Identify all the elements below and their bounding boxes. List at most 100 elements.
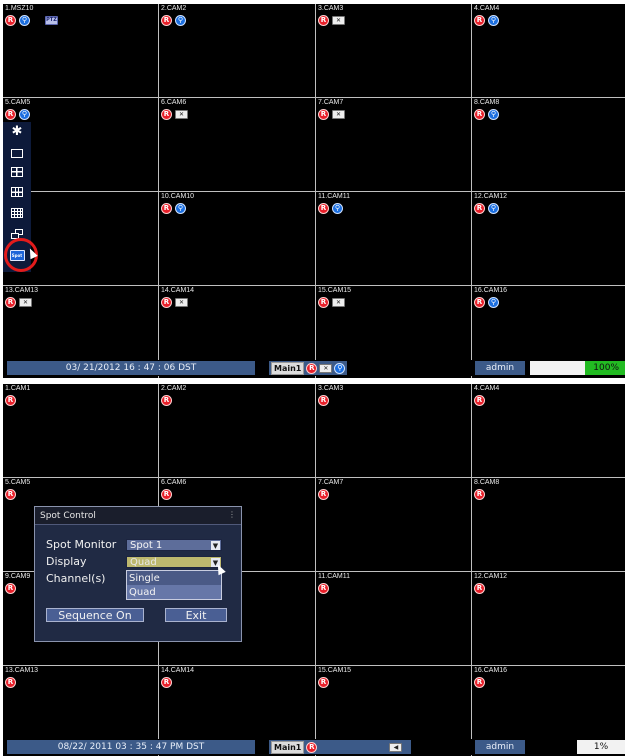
camera-cell[interactable]: 11.CAM11 R ⚲	[316, 192, 472, 286]
motion-icon: ⚲	[175, 202, 186, 214]
camera-cell[interactable]: 7.CAM7 R ✕	[316, 98, 472, 192]
camera-status-icons: R	[318, 582, 329, 594]
camera-status-icons: R	[161, 676, 172, 688]
settings-icon[interactable]: ✱	[8, 124, 26, 139]
rec-icon: R	[474, 296, 485, 308]
dropdown-option-quad[interactable]: Quad	[127, 585, 221, 599]
sixteen-view-icon[interactable]	[8, 206, 26, 220]
camera-cell[interactable]: 1.MSZ10 R ⚲ PTZ	[3, 4, 159, 98]
camera-cell[interactable]: 12.CAM12 R ⚲	[472, 192, 625, 286]
camera-label: 1.CAM1	[5, 385, 31, 392]
rec-icon: R	[474, 582, 485, 594]
display-select[interactable]: Quad ▼	[126, 556, 222, 568]
camera-status-icons: R ✕	[161, 296, 188, 308]
rec-icon: R	[318, 394, 329, 406]
top-dvr-screen: 1.MSZ10 R ⚲ PTZ 2.CAM2 R ⚲ 3.CAM3 R ✕ 4.CAM4 R ⚲ 5.CA…	[3, 4, 625, 378]
single-view-icon[interactable]	[8, 146, 26, 160]
camera-label: 12.CAM12	[474, 573, 508, 580]
camera-status-icons: R ⚲	[474, 14, 499, 26]
rec-icon: R	[318, 676, 329, 688]
camera-cell[interactable]: 2.CAM2 R ⚲	[159, 4, 316, 98]
camera-label: 3.CAM3	[318, 385, 344, 392]
display-dropdown: Single Quad	[126, 570, 222, 600]
rec-icon: R	[306, 362, 318, 374]
motion-icon: ⚲	[19, 108, 30, 120]
dialog-title: Spot Control	[35, 507, 241, 525]
camera-status-icons: R ⚲	[161, 202, 186, 214]
rec-icon: R	[474, 108, 485, 120]
exit-button[interactable]: Exit	[165, 608, 227, 622]
camera-status-icons: R ⚲	[474, 108, 499, 120]
camera-label: 7.CAM7	[318, 479, 344, 486]
camera-label: 8.CAM8	[474, 99, 500, 106]
camera-cell[interactable]: 3.CAM3 R ✕	[316, 4, 472, 98]
nine-view-icon[interactable]	[8, 185, 26, 199]
camera-status-icons: R ⚲	[161, 14, 186, 26]
motion-icon: ⚲	[488, 108, 499, 120]
camera-label: 11.CAM11	[318, 573, 351, 580]
camera-label: 13.CAM13	[5, 287, 39, 294]
camera-status-icons: R ✕	[318, 14, 345, 26]
camera-status-icons: R	[474, 488, 485, 500]
camera-status-icons: R	[161, 394, 172, 406]
rec-icon: R	[5, 108, 16, 120]
video-loss-icon: ✕	[175, 297, 188, 307]
camera-cell[interactable]: 3.CAM3 R	[316, 384, 472, 478]
camera-status-icons: R	[318, 676, 329, 688]
camera-cell[interactable]: 6.CAM6 R ✕	[159, 98, 316, 192]
bottom-main-indicator[interactable]: Main1 R ◀	[269, 740, 411, 754]
camera-cell[interactable]: 7.CAM7 R	[316, 478, 472, 572]
sequence-on-button[interactable]: Sequence On	[46, 608, 144, 622]
camera-cell[interactable]: 10.CAM10 R ⚲	[159, 192, 316, 286]
rec-icon: R	[474, 14, 485, 26]
camera-label: 16.CAM16	[474, 667, 508, 674]
camera-status-icons: R ⚲	[474, 202, 499, 214]
camera-cell[interactable]: 4.CAM4 R ⚲	[472, 4, 625, 98]
camera-label: 8.CAM8	[474, 479, 500, 486]
camera-status-icons: R ⚲	[318, 202, 343, 214]
rec-icon: R	[161, 14, 172, 26]
camera-label: 6.CAM6	[161, 479, 187, 486]
rec-icon: R	[5, 394, 16, 406]
video-loss-icon: ✕	[332, 15, 345, 25]
camera-label: 16.CAM16	[474, 287, 508, 294]
top-main-indicator[interactable]: Main1 R ✕ ⚲	[269, 361, 347, 375]
rec-icon: R	[161, 394, 172, 406]
rec-icon: R	[161, 296, 172, 308]
rec-icon: R	[318, 296, 329, 308]
spot-monitor-select[interactable]: Spot 1 ▼	[126, 539, 222, 551]
audio-mute-icon: ◀	[389, 742, 403, 752]
display-value: Quad	[130, 556, 157, 568]
camera-status-icons: R ✕	[5, 296, 32, 308]
camera-label: 15.CAM15	[318, 287, 352, 294]
camera-label: 6.CAM6	[161, 99, 187, 106]
bottom-datetime: 08/22/ 2011 03 : 35 : 47 PM DST	[7, 740, 255, 754]
camera-cell[interactable]: 8.CAM8 R ⚲	[472, 98, 625, 192]
video-loss-icon: ✕	[319, 363, 333, 373]
camera-cell[interactable]: 2.CAM2 R	[159, 384, 316, 478]
rec-icon: R	[474, 488, 485, 500]
top-disk-percent: 100%	[593, 363, 619, 373]
camera-cell[interactable]: 4.CAM4 R	[472, 384, 625, 478]
rec-icon: R	[318, 202, 329, 214]
spot-monitor-label: Spot Monitor	[46, 538, 117, 551]
camera-label: 4.CAM4	[474, 385, 500, 392]
bottom-disk-percent: 1%	[593, 742, 609, 752]
camera-cell[interactable]: 12.CAM12 R	[472, 572, 625, 666]
camera-cell[interactable]: 1.CAM1 R	[3, 384, 159, 478]
dropdown-option-single[interactable]: Single	[127, 571, 221, 585]
camera-cell[interactable]: 8.CAM8 R	[472, 478, 625, 572]
camera-label: 11.CAM11	[318, 193, 351, 200]
rec-icon: R	[318, 14, 329, 26]
rec-icon: R	[318, 582, 329, 594]
camera-label: 4.CAM4	[474, 5, 500, 12]
camera-label: 2.CAM2	[161, 385, 187, 392]
quad-view-icon[interactable]	[8, 165, 26, 179]
camera-cell[interactable]: 11.CAM11 R	[316, 572, 472, 666]
chevron-down-icon[interactable]: ▼	[211, 541, 220, 550]
top-main-label: Main1	[271, 361, 305, 375]
camera-status-icons: R ⚲ PTZ	[5, 14, 58, 26]
camera-status-icons: R ✕	[318, 108, 345, 120]
video-loss-icon: ✕	[19, 297, 32, 307]
camera-label: 9.CAM9	[5, 573, 31, 580]
